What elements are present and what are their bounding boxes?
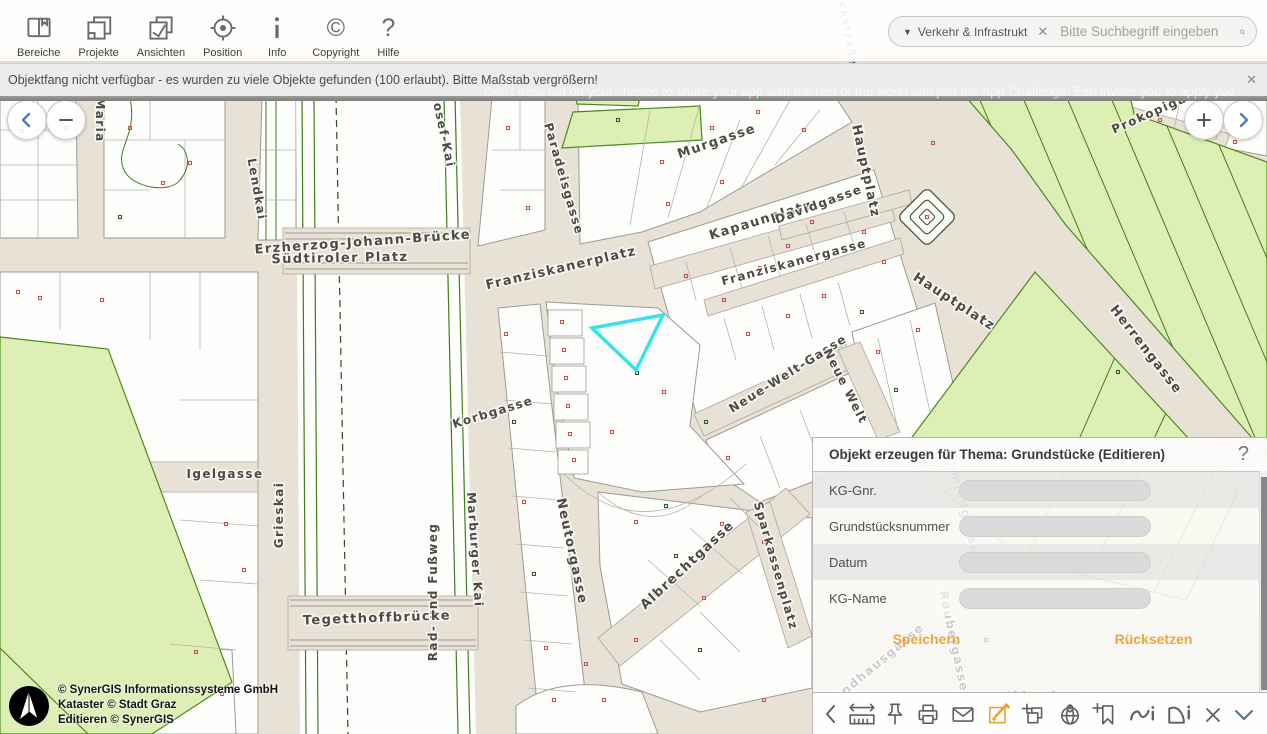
copyright-icon: ©: [327, 10, 345, 46]
toolbar-item-label: Copyright: [312, 47, 359, 59]
reset-button[interactable]: Rücksetzen: [1040, 631, 1267, 647]
area-info-icon[interactable]: [1164, 701, 1194, 727]
toolbar-item-ansichten[interactable]: Ansichten: [128, 3, 194, 59]
toolbar-item-bereiche[interactable]: Bereiche: [8, 3, 69, 59]
toolbar-item-label: Position: [203, 47, 242, 59]
clear-category-icon[interactable]: ✕: [1037, 24, 1048, 40]
bookmark-add-icon[interactable]: [1091, 701, 1119, 727]
close-icon[interactable]: [1202, 702, 1224, 726]
info-icon: [260, 10, 294, 46]
toolbar-item-label: Info: [268, 47, 286, 59]
pan-right-button[interactable]: [1223, 100, 1263, 140]
kg-gnr-field[interactable]: [959, 480, 1151, 501]
panel-buttons: Speichern Rücksetzen: [813, 616, 1267, 662]
kg-name-field[interactable]: [959, 588, 1151, 609]
map-attribution: © SynerGIS Informationssysteme GmbH Kata…: [8, 683, 278, 728]
svg-text:Grieskai: Grieskai: [272, 482, 286, 549]
attribution-line: © SynerGIS Informationssysteme GmbH: [58, 683, 278, 698]
edit-object-icon[interactable]: [985, 701, 1013, 727]
globe-locate-icon[interactable]: [1056, 701, 1084, 727]
attribution-line: Kataster © Stadt Graz: [58, 698, 278, 713]
search-input[interactable]: [1058, 23, 1239, 40]
panel-scrollbar: [1259, 471, 1267, 694]
panel-help-icon[interactable]: ?: [1238, 443, 1249, 466]
svg-text:Maria: Maria: [93, 97, 107, 142]
views-icon: [144, 10, 178, 46]
panel-scrollbar-thumb[interactable]: [1261, 477, 1267, 690]
form-row-datum: Datum: [813, 544, 1267, 580]
panel-form: KG-Gnr. Grundstücksnummer Datum KG-Name: [813, 472, 1267, 616]
pin-icon[interactable]: [884, 701, 906, 727]
toolbar-item-info[interactable]: Info: [251, 3, 303, 59]
copy-features-icon[interactable]: [1020, 701, 1048, 727]
mail-icon[interactable]: [949, 701, 977, 727]
zoom-in-button[interactable]: [1184, 100, 1224, 140]
svg-text:Igelgasse: Igelgasse: [186, 467, 263, 481]
print-icon[interactable]: [914, 701, 942, 727]
collapse-left-icon[interactable]: [823, 702, 839, 726]
toolbar-item-label: Hilfe: [377, 47, 399, 59]
form-row-grundstuecksnummer: Grundstücksnummer: [813, 508, 1267, 544]
panel-header: Objekt erzeugen für Thema: Grundstücke (…: [813, 438, 1267, 472]
grundstuecksnummer-field[interactable]: [959, 516, 1151, 537]
panel-buttons-secondary: Abbrechen: [813, 662, 1267, 696]
search-bar: ▼ Verkehr & Infrastrukt ✕: [888, 16, 1257, 47]
chevron-down-icon[interactable]: ▼: [903, 27, 912, 37]
zoom-out-button[interactable]: [46, 100, 86, 140]
route-info-icon[interactable]: [1127, 701, 1157, 727]
measure-icon[interactable]: [847, 701, 877, 727]
panel-title: Objekt erzeugen für Thema: Grundstücke (…: [829, 447, 1165, 462]
save-button[interactable]: Speichern: [813, 631, 1040, 647]
datum-field[interactable]: [959, 552, 1151, 573]
edit-object-panel: Objekt erzeugen für Thema: Grundstücke (…: [812, 437, 1267, 694]
toolbar-item-label: Ansichten: [137, 47, 185, 59]
toolbar-item-projekte[interactable]: Projekte: [69, 3, 127, 59]
form-row-kg-name: KG-Name: [813, 580, 1267, 616]
pan-left-button[interactable]: [7, 100, 47, 140]
toolbar-item-hilfe[interactable]: ? Hilfe: [368, 3, 408, 59]
bottom-toolbar: [812, 692, 1267, 734]
toolbar-item-label: Projekte: [78, 47, 118, 59]
attribution-line: Editieren © SynerGIS: [58, 713, 278, 728]
compass-north-icon: [8, 685, 50, 727]
svg-text:Rad- und Fußweg: Rad- und Fußweg: [426, 523, 440, 662]
regions-icon: [22, 10, 56, 46]
projects-icon: [82, 10, 116, 46]
search-category[interactable]: Verkehr & Infrastrukt: [918, 25, 1027, 39]
toolbar-item-position[interactable]: Position: [194, 3, 251, 59]
toolbar-item-label: Bereiche: [17, 47, 60, 59]
watermark-ticker: Don't miss out on your chance to share y…: [484, 84, 1254, 99]
search-icon[interactable]: [1239, 21, 1246, 43]
collapse-down-icon[interactable]: [1231, 702, 1257, 726]
field-label: KG-Name: [829, 591, 959, 606]
field-label: Datum: [829, 555, 959, 570]
form-row-kg-gnr: KG-Gnr.: [813, 472, 1267, 508]
toolbar-item-copyright[interactable]: © Copyright: [303, 3, 368, 59]
help-icon: ?: [381, 10, 395, 46]
position-icon: [206, 10, 240, 46]
field-label: KG-Gnr.: [829, 483, 959, 498]
field-label: Grundstücksnummer: [829, 519, 959, 534]
